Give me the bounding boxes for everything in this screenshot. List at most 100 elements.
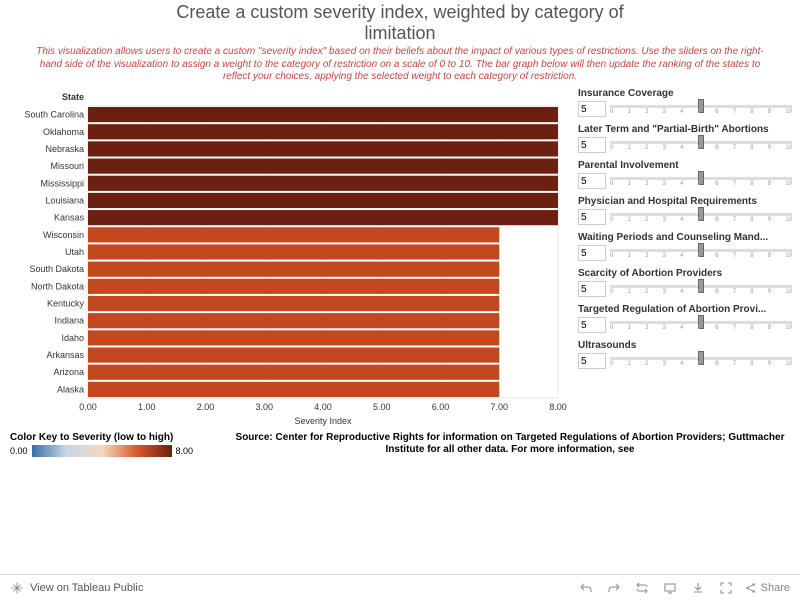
slider-value-input[interactable]: 5 xyxy=(578,173,606,189)
bar[interactable] xyxy=(88,158,558,173)
svg-text:3.00: 3.00 xyxy=(255,402,273,412)
footer-bar: View on Tableau Public Share xyxy=(0,574,800,600)
slider-group: Waiting Periods and Counseling Mand...50… xyxy=(578,232,792,262)
state-label: Utah xyxy=(65,247,84,257)
color-legend: Color Key to Severity (low to high) 0.00… xyxy=(10,432,210,457)
undo-icon[interactable] xyxy=(577,579,595,597)
slider-range[interactable] xyxy=(610,249,792,252)
slider-group: Physician and Hospital Requirements50123… xyxy=(578,196,792,226)
state-label: Kentucky xyxy=(47,298,85,308)
slider-label: Later Term and "Partial-Birth" Abortions xyxy=(578,124,792,135)
bar[interactable] xyxy=(88,210,558,225)
page-title-line2: limitation xyxy=(0,23,800,44)
slider-label: Parental Involvement xyxy=(578,160,792,171)
svg-text:2.00: 2.00 xyxy=(197,402,215,412)
svg-text:7.00: 7.00 xyxy=(490,402,508,412)
share-label: Share xyxy=(761,582,790,594)
state-label: Indiana xyxy=(54,315,84,325)
slider-label: Physician and Hospital Requirements xyxy=(578,196,792,207)
page-title: Create a custom severity index, weighted… xyxy=(0,0,800,23)
legend-title: Color Key to Severity (low to high) xyxy=(10,432,210,443)
slider-label: Targeted Regulation of Abortion Provi... xyxy=(578,304,792,315)
bar[interactable] xyxy=(88,124,558,139)
svg-text:Severity Index: Severity Index xyxy=(294,416,352,426)
slider-panel: Insurance Coverage5012345678910Later Ter… xyxy=(568,88,792,428)
svg-text:4.00: 4.00 xyxy=(314,402,332,412)
view-on-tableau-link[interactable]: View on Tableau Public xyxy=(30,582,143,594)
bar[interactable] xyxy=(88,295,499,310)
slider-group: Scarcity of Abortion Providers5012345678… xyxy=(578,268,792,298)
bar[interactable] xyxy=(88,192,558,207)
state-label: South Carolina xyxy=(24,109,84,119)
slider-range[interactable] xyxy=(610,141,792,144)
state-label: Missouri xyxy=(50,161,84,171)
slider-group: Ultrasounds5012345678910 xyxy=(578,340,792,370)
svg-text:5.00: 5.00 xyxy=(373,402,391,412)
svg-text:8.00: 8.00 xyxy=(549,402,567,412)
redo-icon[interactable] xyxy=(605,579,623,597)
slider-value-input[interactable]: 5 xyxy=(578,353,606,369)
state-label: Mississippi xyxy=(40,178,84,188)
slider-value-input[interactable]: 5 xyxy=(578,245,606,261)
state-label: Arizona xyxy=(53,367,84,377)
bar-chart: State 0.00 1.00 2.00 3.00 4.00 5.00 6.00 7.00 8.0… xyxy=(8,88,568,428)
bar[interactable] xyxy=(88,244,499,259)
download-icon[interactable] xyxy=(689,579,707,597)
slider-range[interactable] xyxy=(610,177,792,180)
slider-label: Waiting Periods and Counseling Mand... xyxy=(578,232,792,243)
slider-range[interactable] xyxy=(610,105,792,108)
slider-range[interactable] xyxy=(610,357,792,360)
slider-value-input[interactable]: 5 xyxy=(578,209,606,225)
description-text: This visualization allows users to creat… xyxy=(0,44,800,88)
slider-value-input[interactable]: 5 xyxy=(578,137,606,153)
fullscreen-icon[interactable] xyxy=(717,579,735,597)
state-label: Oklahoma xyxy=(43,126,84,136)
state-label: Wisconsin xyxy=(43,229,84,239)
presentation-icon[interactable] xyxy=(661,579,679,597)
source-text: Source: Center for Reproductive Rights f… xyxy=(230,432,790,457)
bar[interactable] xyxy=(88,330,499,345)
bar[interactable] xyxy=(88,175,558,190)
bar[interactable] xyxy=(88,141,558,156)
slider-value-input[interactable]: 5 xyxy=(578,317,606,333)
svg-text:0.00: 0.00 xyxy=(79,402,97,412)
slider-label: Scarcity of Abortion Providers xyxy=(578,268,792,279)
legend-min: 0.00 xyxy=(10,446,28,456)
slider-value-input[interactable]: 5 xyxy=(578,101,606,117)
state-label: Louisiana xyxy=(45,195,84,205)
legend-gradient xyxy=(32,445,172,457)
bar[interactable] xyxy=(88,107,558,122)
bar[interactable] xyxy=(88,364,499,379)
slider-value-input[interactable]: 5 xyxy=(578,281,606,297)
share-button[interactable]: Share xyxy=(745,582,790,594)
slider-group: Later Term and "Partial-Birth" Abortions… xyxy=(578,124,792,154)
svg-text:State: State xyxy=(62,92,84,102)
state-label: Alaska xyxy=(57,384,84,394)
slider-group: Targeted Regulation of Abortion Provi...… xyxy=(578,304,792,334)
state-label: Idaho xyxy=(61,332,84,342)
slider-range[interactable] xyxy=(610,285,792,288)
bar[interactable] xyxy=(88,313,499,328)
slider-range[interactable] xyxy=(610,213,792,216)
bar[interactable] xyxy=(88,278,499,293)
tableau-logo-icon xyxy=(10,581,24,595)
bar[interactable] xyxy=(88,261,499,276)
state-label: Nebraska xyxy=(45,143,84,153)
legend-max: 8.00 xyxy=(176,446,194,456)
state-label: South Dakota xyxy=(29,264,84,274)
state-label: North Dakota xyxy=(31,281,84,291)
slider-label: Ultrasounds xyxy=(578,340,792,351)
slider-range[interactable] xyxy=(610,321,792,324)
svg-text:1.00: 1.00 xyxy=(138,402,156,412)
bar[interactable] xyxy=(88,227,499,242)
svg-text:6.00: 6.00 xyxy=(432,402,450,412)
reset-icon[interactable] xyxy=(633,579,651,597)
state-label: Arkansas xyxy=(46,350,84,360)
slider-label: Insurance Coverage xyxy=(578,88,792,99)
share-icon xyxy=(745,582,757,594)
bar[interactable] xyxy=(88,347,499,362)
bar[interactable] xyxy=(88,381,499,396)
slider-group: Insurance Coverage5012345678910 xyxy=(578,88,792,118)
slider-group: Parental Involvement5012345678910 xyxy=(578,160,792,190)
state-label: Kansas xyxy=(54,212,85,222)
